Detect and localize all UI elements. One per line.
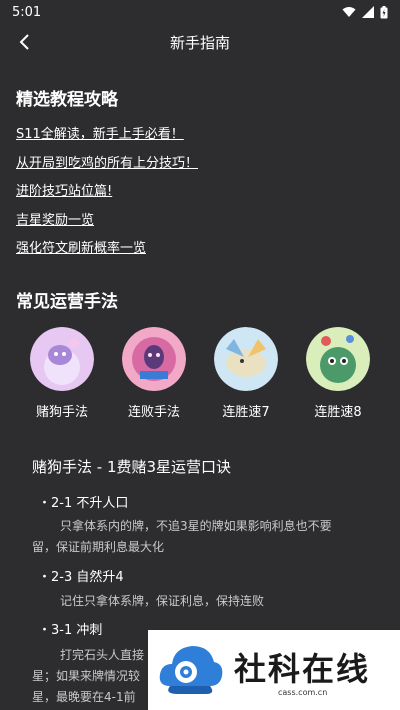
strategy-item-win8[interactable]: 连胜速8	[293, 327, 383, 420]
status-time: 5:01	[12, 4, 42, 20]
desc-line: 只拿体系内的牌，不追3星的牌如果影响利息也不要	[60, 519, 332, 533]
strategy-label: 连胜速8	[314, 405, 362, 420]
chevron-left-icon	[19, 34, 29, 50]
strategy-label: 连胜速7	[222, 405, 270, 420]
status-bar: 5:01	[0, 0, 400, 24]
nav-bar: 新手指南	[0, 24, 400, 60]
bullet-description: 记住只拿体系牌，保证利息，保持连败	[32, 591, 376, 612]
strategy-label: 赌狗手法	[35, 405, 88, 420]
watermark: 社科在线 cass.com.cn	[148, 630, 400, 710]
avatar	[306, 327, 370, 391]
tutorial-link[interactable]: 从开局到吃鸡的所有上分技巧！	[16, 152, 198, 171]
watermark-url: cass.com.cn	[278, 688, 328, 697]
bullet-description: 只拿体系内的牌，不追3星的牌如果影响利息也不要 留，保证前期利息最大化	[32, 516, 376, 558]
bullet-heading: ・2-3 自然升4	[38, 570, 124, 585]
battery-icon	[380, 5, 388, 18]
section-title-tutorials: 精选教程攻略	[16, 90, 118, 110]
strategy-item-win7[interactable]: 连胜速7	[201, 327, 291, 420]
watermark-brand: 社科在线	[234, 650, 371, 688]
avatar	[30, 327, 94, 391]
tutorial-link[interactable]: 强化符文刷新概率一览	[16, 237, 146, 256]
section-title-strategies: 常见运营手法	[16, 292, 118, 312]
wifi-icon	[342, 7, 356, 17]
signal-icon	[362, 6, 374, 18]
strategy-label: 连败手法	[127, 405, 180, 420]
bullet-heading: ・3-1 冲刺	[38, 623, 103, 638]
tutorial-link[interactable]: 吉星奖励一览	[16, 209, 94, 228]
strategy-list: 赌狗手法 连败手法 连胜速7 连胜速8	[0, 327, 400, 427]
avatar	[122, 327, 186, 391]
avatar	[214, 327, 278, 391]
watermark-logo-icon	[159, 646, 223, 694]
tutorial-link[interactable]: 进阶技巧站位篇!	[16, 180, 112, 199]
tutorial-link[interactable]: S11全解读，新手上手必看！	[16, 123, 184, 142]
detail-title: 赌狗手法 - 1费赌3星运营口诀	[32, 458, 232, 476]
back-button[interactable]	[10, 28, 38, 56]
desc-line: 留，保证前期利息最大化	[32, 540, 165, 554]
bullet-heading: ・2-1 不升人口	[38, 496, 129, 511]
strategy-item-losing[interactable]: 连败手法	[109, 327, 199, 420]
desc-line: 记住只拿体系牌，保证利息，保持连败	[60, 594, 265, 608]
status-icons	[342, 5, 388, 19]
page-title: 新手指南	[169, 33, 230, 52]
strategy-item-gamble[interactable]: 赌狗手法	[17, 327, 107, 420]
